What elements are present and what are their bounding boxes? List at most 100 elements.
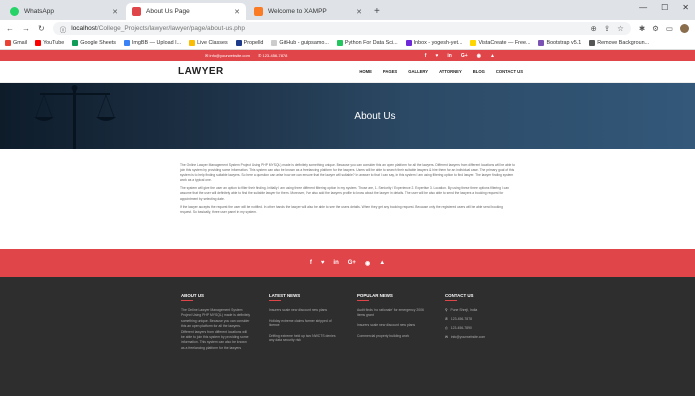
close-icon[interactable]: ✕: [356, 8, 362, 16]
bookmark-github[interactable]: GitHub - guipsamo...: [271, 40, 329, 46]
remove-bg-icon: [589, 40, 596, 46]
top-contact-bar: ✉ info@yourwebsite.com ✆ 123-456-7878 f …: [0, 50, 695, 61]
menu-home[interactable]: HOME: [359, 69, 372, 74]
forward-icon[interactable]: →: [22, 24, 30, 33]
news-link[interactable]: Audit finds 'no rationale' for emergency…: [357, 308, 427, 317]
footer-about: ABOUT US The Online Lawyer Management Sy…: [181, 293, 251, 396]
footer-heading: ABOUT US: [181, 293, 204, 298]
google-plus-icon[interactable]: G+: [348, 260, 356, 266]
menu-attorney[interactable]: ATTORNEY: [439, 69, 462, 74]
footer-popular-news: POPULAR NEWS Audit finds 'no rationale' …: [357, 293, 427, 396]
imgbb-icon: [123, 40, 130, 46]
sheets-icon: [72, 40, 79, 46]
github-icon: [271, 40, 278, 46]
bookmark-gmail[interactable]: Gmail: [5, 40, 27, 46]
bookmark-inbox[interactable]: Inbox - yogesh-yet...: [405, 40, 462, 46]
twitter-icon[interactable]: ♥: [435, 53, 438, 59]
contact-email[interactable]: ✉ info@yourwebsite.com: [445, 335, 515, 339]
share-icon[interactable]: ⇪: [604, 24, 610, 33]
youtube-icon: [35, 40, 42, 46]
facebook-icon[interactable]: f: [310, 260, 312, 266]
minimize-icon[interactable]: —: [639, 3, 647, 12]
bookmark-imgbb[interactable]: ImgBB — Upload I...: [123, 40, 181, 46]
contact-address: ⚲ Pune Shreji, India: [445, 308, 478, 312]
about-paragraph: The system will give the user an option …: [180, 186, 510, 201]
bookmark-remove-bg[interactable]: Remove Backgroun...: [589, 40, 649, 46]
facebook-icon[interactable]: f: [425, 53, 427, 59]
social-band: f ♥ in G+ ◉ ▲: [0, 249, 695, 277]
sidepanel-icon[interactable]: ▭: [666, 24, 673, 33]
mail-icon: ✉: [445, 335, 448, 339]
bookmark-sheets[interactable]: Google Sheets: [72, 40, 116, 46]
extension-icon[interactable]: ✱: [639, 24, 645, 33]
linkedin-icon[interactable]: in: [447, 53, 451, 59]
dribbble-icon[interactable]: ◉: [365, 260, 370, 267]
profile-icon[interactable]: [680, 24, 689, 33]
tab-whatsapp[interactable]: WhatsApp ✕: [4, 3, 124, 20]
bootstrap-icon: [538, 40, 545, 46]
news-link[interactable]: Commercial property building work: [357, 334, 427, 339]
bookmark-vistacreate[interactable]: VistaCreate — Free...: [470, 40, 530, 46]
site-navbar: LAWYER HOME PAGES GALLERY ATTORNEY BLOG …: [0, 61, 695, 83]
youtube-icon[interactable]: ▲: [379, 260, 385, 266]
tab-xampp[interactable]: Welcome to XAMPP ✕: [248, 3, 368, 20]
bookmark-propelld[interactable]: Propelld: [235, 40, 263, 46]
close-icon[interactable]: ✕: [234, 8, 240, 16]
dribbble-icon[interactable]: ◉: [477, 53, 481, 59]
about-paragraph: If the lawyer accepts the request the us…: [180, 204, 503, 214]
menu-gallery[interactable]: GALLERY: [408, 69, 428, 74]
live-classes-icon: [189, 40, 196, 46]
contact-fax: ⎙ 123-456-7890: [445, 326, 472, 330]
google-plus-icon[interactable]: G+: [461, 53, 468, 59]
phone-icon: ✆: [445, 317, 448, 321]
tab-label: WhatsApp: [24, 8, 54, 15]
url-field[interactable]: ⓘ localhost/College_Projects/lawyer/lawy…: [52, 22, 631, 35]
twitter-icon[interactable]: ♥: [321, 260, 325, 266]
footer-contact: CONTACT US ⚲ Pune Shreji, India ✆ 123-456-…: [445, 293, 515, 396]
main-menu: HOME PAGES GALLERY ATTORNEY BLOG CONTACT…: [359, 69, 523, 74]
browser-tab-bar: WhatsApp ✕ About Us Page ✕ Welcome to XA…: [0, 0, 695, 20]
xampp-icon: [254, 7, 263, 16]
location-icon: ⚲: [445, 308, 448, 312]
extensions-puzzle-icon[interactable]: ⚙: [652, 24, 659, 33]
url-host: localhost: [71, 25, 97, 32]
news-link[interactable]: Drifting extreme held up two NWCTS denie…: [269, 334, 339, 343]
bookmark-live-classes[interactable]: Live Classes: [189, 40, 228, 46]
vistacreate-icon: [470, 40, 477, 46]
bookmark-youtube[interactable]: YouTube: [35, 40, 64, 46]
close-window-icon[interactable]: ✕: [682, 3, 689, 12]
phone-contact[interactable]: ✆ 123-456-7878: [258, 53, 287, 58]
youtube-icon[interactable]: ▲: [490, 53, 495, 59]
new-tab-button[interactable]: +: [374, 3, 380, 20]
site-logo[interactable]: LAWYER: [178, 66, 224, 77]
news-link[interactable]: Insurers scale new discount new plans: [357, 323, 427, 328]
menu-pages[interactable]: PAGES: [383, 69, 397, 74]
back-icon[interactable]: ←: [6, 24, 14, 33]
address-bar-row: ← → ↻ ⓘ localhost/College_Projects/lawye…: [0, 20, 695, 37]
window-controls: — ☐ ✕: [639, 3, 689, 12]
top-social-icons: f ♥ in G+ ◉ ▲: [425, 53, 495, 59]
reload-icon[interactable]: ↻: [38, 24, 45, 33]
menu-contact-us[interactable]: CONTACT US: [496, 69, 523, 74]
fax-icon: ⎙: [445, 326, 448, 330]
bookmark-star-icon[interactable]: ☆: [617, 24, 624, 33]
about-paragraph: The Online Lawyer Management System Proj…: [180, 163, 515, 183]
site-footer: ABOUT US The Online Lawyer Management Sy…: [0, 277, 695, 396]
close-icon[interactable]: ✕: [112, 8, 118, 16]
zoom-icon[interactable]: ⊕: [591, 24, 597, 33]
menu-blog[interactable]: BLOG: [473, 69, 485, 74]
bookmark-bootstrap[interactable]: Bootstrap v5.1: [538, 40, 581, 46]
maximize-icon[interactable]: ☐: [661, 3, 668, 12]
info-icon[interactable]: ⓘ: [60, 24, 67, 34]
news-link[interactable]: Holiday extreme claims farmer stripped o…: [269, 319, 339, 328]
site-favicon-icon: [132, 7, 141, 16]
about-content: The Online Lawyer Management System Proj…: [0, 149, 695, 249]
contact-phone[interactable]: ✆ 123-456-7878: [445, 317, 515, 321]
email-contact[interactable]: ✉ info@yourwebsite.com: [205, 53, 250, 58]
linkedin-icon[interactable]: in: [333, 260, 338, 266]
tab-label: Welcome to XAMPP: [268, 8, 327, 15]
bookmark-python[interactable]: Python For Data Sci...: [336, 40, 398, 46]
footer-latest-news: LATEST NEWS Insurers scale new discount …: [269, 293, 339, 396]
tab-about-us[interactable]: About Us Page ✕: [126, 3, 246, 20]
news-link[interactable]: Insurers scale new discount new plans: [269, 308, 339, 313]
